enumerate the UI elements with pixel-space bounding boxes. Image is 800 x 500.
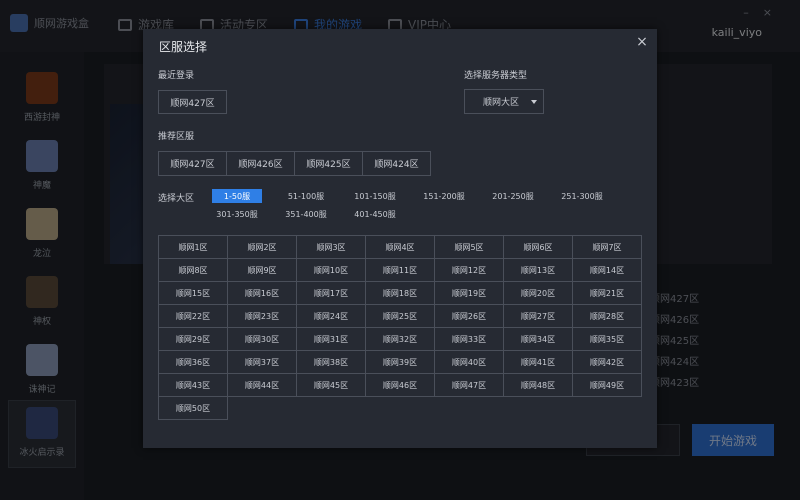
range-tab[interactable]: 101-150服	[350, 189, 400, 203]
server-button[interactable]: 顺网27区	[503, 304, 573, 328]
server-button[interactable]: 顺网39区	[365, 350, 435, 374]
range-tab[interactable]: 151-200服	[419, 189, 469, 203]
range-label: 选择大区	[158, 194, 195, 204]
server-button[interactable]: 顺网43区	[158, 373, 228, 397]
range-tab[interactable]: 351-400服	[281, 207, 331, 221]
server-button[interactable]: 顺网41区	[503, 350, 573, 374]
server-button[interactable]: 顺网17区	[296, 281, 366, 305]
range-tab[interactable]: 301-350服	[212, 207, 262, 221]
recommended-server-button[interactable]: 顺网425区	[294, 151, 363, 176]
server-button[interactable]: 顺网1区	[158, 235, 228, 259]
server-button[interactable]: 顺网29区	[158, 327, 228, 351]
server-button[interactable]: 顺网25区	[365, 304, 435, 328]
server-button[interactable]: 顺网5区	[434, 235, 504, 259]
server-button[interactable]: 顺网31区	[296, 327, 366, 351]
server-button[interactable]: 顺网26区	[434, 304, 504, 328]
server-button[interactable]: 顺网35区	[572, 327, 642, 351]
server-button[interactable]: 顺网37区	[227, 350, 297, 374]
server-button[interactable]: 顺网46区	[365, 373, 435, 397]
dialog-title: 区服选择	[159, 40, 208, 54]
server-button[interactable]: 顺网33区	[434, 327, 504, 351]
range-tab[interactable]: 201-250服	[488, 189, 538, 203]
recommended-server-button[interactable]: 顺网426区	[226, 151, 295, 176]
server-type-label: 选择服务器类型	[464, 71, 528, 81]
server-button[interactable]: 顺网13区	[503, 258, 573, 282]
recommended-server-button[interactable]: 顺网427区	[158, 151, 227, 176]
server-button[interactable]: 顺网8区	[158, 258, 228, 282]
server-button[interactable]: 顺网30区	[227, 327, 297, 351]
server-button[interactable]: 顺网11区	[365, 258, 435, 282]
server-button[interactable]: 顺网23区	[227, 304, 297, 328]
server-button[interactable]: 顺网7区	[572, 235, 642, 259]
server-button[interactable]: 顺网50区	[158, 396, 228, 420]
recommended-label: 推荐区服	[158, 132, 195, 142]
server-button[interactable]: 顺网16区	[227, 281, 297, 305]
server-button[interactable]: 顺网3区	[296, 235, 366, 259]
server-button[interactable]: 顺网28区	[572, 304, 642, 328]
server-button[interactable]: 顺网44区	[227, 373, 297, 397]
server-button[interactable]: 顺网42区	[572, 350, 642, 374]
recommended-servers: 顺网427区 顺网426区 顺网425区 顺网424区	[158, 151, 431, 176]
server-button[interactable]: 顺网32区	[365, 327, 435, 351]
recent-server-button[interactable]: 顺网427区	[158, 90, 227, 114]
server-button[interactable]: 顺网9区	[227, 258, 297, 282]
server-type-value: 顺网大区	[483, 98, 520, 108]
server-button[interactable]: 顺网21区	[572, 281, 642, 305]
server-button[interactable]: 顺网4区	[365, 235, 435, 259]
server-button[interactable]: 顺网2区	[227, 235, 297, 259]
close-icon[interactable]: ×	[633, 33, 651, 51]
server-button[interactable]: 顺网12区	[434, 258, 504, 282]
range-tab[interactable]: 51-100服	[281, 189, 331, 203]
app-window: 顺网游戏盒 游戏库 活动专区 我的游戏 VIP中心 –× kaili_viyo …	[0, 0, 800, 500]
server-button[interactable]: 顺网18区	[365, 281, 435, 305]
server-type-dropdown[interactable]: 顺网大区	[464, 89, 544, 114]
server-button[interactable]: 顺网6区	[503, 235, 573, 259]
server-button[interactable]: 顺网20区	[503, 281, 573, 305]
range-tab[interactable]: 401-450服	[350, 207, 400, 221]
chevron-down-icon	[531, 100, 537, 104]
recommended-server-button[interactable]: 顺网424区	[362, 151, 431, 176]
server-button[interactable]: 顺网10区	[296, 258, 366, 282]
server-button[interactable]: 顺网14区	[572, 258, 642, 282]
range-tab[interactable]: 251-300服	[557, 189, 607, 203]
server-select-dialog: 区服选择 × 最近登录 顺网427区 选择服务器类型 顺网大区 推荐区服 顺网4…	[143, 29, 657, 448]
server-grid: 顺网1区 顺网2区 顺网3区 顺网4区 顺网5区 顺网6区 顺网7区顺网8区 顺网9区 顺网10…	[158, 235, 642, 420]
server-button[interactable]: 顺网47区	[434, 373, 504, 397]
server-button[interactable]: 顺网40区	[434, 350, 504, 374]
server-button[interactable]: 顺网36区	[158, 350, 228, 374]
server-button[interactable]: 顺网49区	[572, 373, 642, 397]
server-button[interactable]: 顺网38区	[296, 350, 366, 374]
server-button[interactable]: 顺网19区	[434, 281, 504, 305]
server-button[interactable]: 顺网24区	[296, 304, 366, 328]
server-button[interactable]: 顺网45区	[296, 373, 366, 397]
server-button[interactable]: 顺网34区	[503, 327, 573, 351]
range-tab-active[interactable]: 1-50服	[212, 189, 262, 203]
server-button[interactable]: 顺网22区	[158, 304, 228, 328]
recent-label: 最近登录	[158, 71, 195, 81]
server-button[interactable]: 顺网15区	[158, 281, 228, 305]
server-button[interactable]: 顺网48区	[503, 373, 573, 397]
